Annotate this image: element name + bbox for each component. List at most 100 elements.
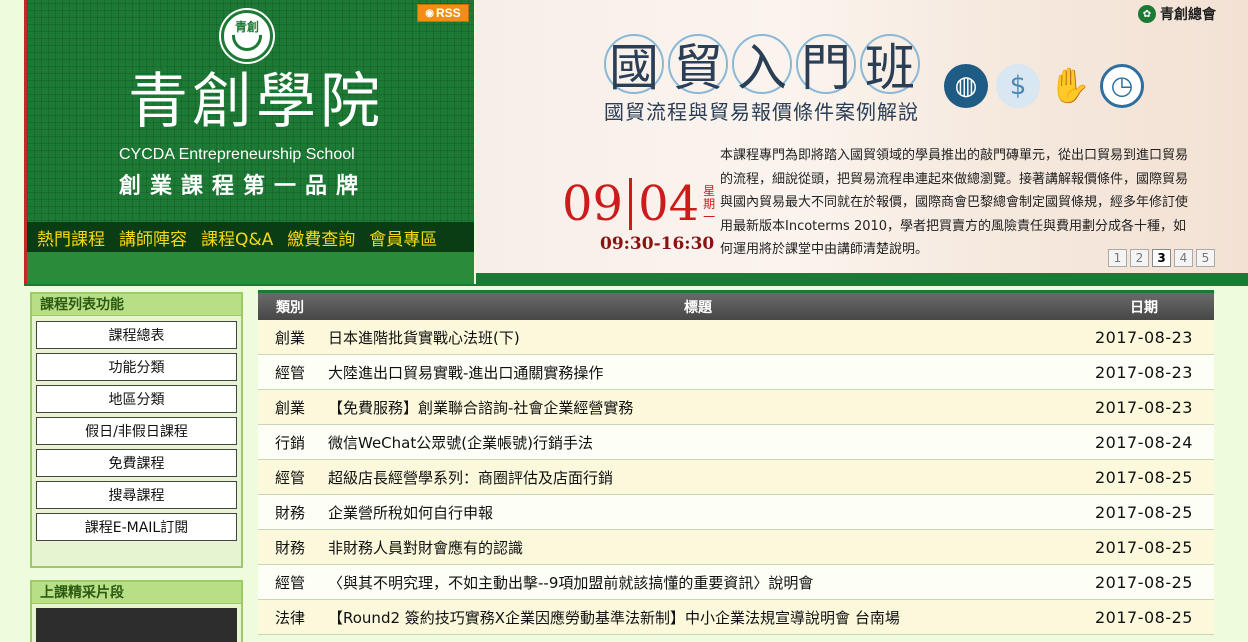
pager-page-3[interactable]: 3 <box>1152 249 1171 267</box>
cell-category: 法律 <box>274 608 305 627</box>
cell-date: 2017-08-23 <box>1095 397 1193 417</box>
cell-title[interactable]: 〈與其不明究理，不如主動出擊--9項加盟前就該搞懂的重要資訊〉說明會 <box>322 572 1074 593</box>
banner-title: 國 貿 入 門 班 <box>604 34 920 97</box>
header-category[interactable]: 類別 <box>258 297 322 317</box>
cell-date: 2017-08-25 <box>1095 537 1193 557</box>
date-weekday: 星期一 <box>703 183 716 224</box>
cell-category: 經管 <box>274 573 305 592</box>
clock-icon: ◷ <box>1100 64 1144 108</box>
header-bottom-line <box>24 284 1248 286</box>
cell-date: 2017-08-25 <box>1095 572 1193 592</box>
table-row[interactable]: 創業 日本進階批貨實戰心法班(下) 2017-08-23 <box>258 320 1214 355</box>
pager-page-1[interactable]: 1 <box>1108 249 1127 267</box>
cell-title[interactable]: 超級店長經營學系列：商圈評估及店面行銷 <box>322 467 1074 488</box>
site-english-name: CYCDA Entrepreneurship School <box>119 146 355 163</box>
table-row[interactable]: 經管 〈與其不明究理，不如主動出擊--9項加盟前就該搞懂的重要資訊〉說明會 2017… <box>258 565 1214 600</box>
course-function-box: 課程列表功能 課程總表 功能分類 地區分類 假日/非假日課程 免費課程 搜尋課程… <box>30 292 243 568</box>
handshake-icon: ✋ <box>1048 66 1092 106</box>
org-link[interactable]: ✿ 青創總會 <box>1138 4 1216 24</box>
cell-title[interactable]: 【Round2 簽約技巧實務X企業因應勞動基準法新制】中小企業法規宣導說明會 台… <box>322 607 1074 628</box>
brand-panel: 青創 青創學院 CYCDA Entrepreneurship School 創業… <box>24 0 474 284</box>
cell-date: 2017-08-25 <box>1095 607 1193 627</box>
sidebar-item-search[interactable]: 搜尋課程 <box>36 481 237 509</box>
cell-category: 行銷 <box>274 433 305 452</box>
date-day: 04 <box>638 176 700 232</box>
header-title[interactable]: 標題 <box>322 297 1074 317</box>
promo-banner[interactable]: ✿ 青創總會 國 貿 入 門 班 國貿流程與貿易報價條件案例解說 ◍ $ ✋ ◷… <box>476 0 1248 273</box>
cell-category: 創業 <box>274 398 305 417</box>
class-video-header: 上課精采片段 <box>32 582 241 604</box>
table-row[interactable]: 財務 非財務人員對財會應有的認識 2017-08-25 <box>258 530 1214 565</box>
cell-title[interactable]: 企業營所稅如何自行申報 <box>322 502 1074 523</box>
cell-title[interactable]: 微信WeChat公眾號(企業帳號)行銷手法 <box>322 432 1074 453</box>
site-slogan: 創業課程第一品牌 <box>119 173 368 199</box>
table-row[interactable]: 法律 【Round2 簽約技巧實務X企業因應勞動基準法新制】中小企業法規宣導說明會… <box>258 600 1214 635</box>
sidebar-item-all-courses[interactable]: 課程總表 <box>36 321 237 349</box>
leaf-icon <box>232 35 262 51</box>
globe-icon: ◍ <box>944 64 988 108</box>
banner-pager: 1 2 3 4 5 <box>1108 249 1215 267</box>
banner-title-char: 入 <box>732 34 792 97</box>
course-date: 09 04 星期一 <box>562 178 717 230</box>
table-header: 類別 標題 日期 <box>258 290 1214 320</box>
cell-title[interactable]: 【免費服務】創業聯合諮詢-社會企業經營實務 <box>322 397 1074 418</box>
cell-category: 財務 <box>274 538 305 557</box>
main-nav: 熱門課程 講師陣容 課程Q&A 繳費查詢 會員專區 <box>27 222 474 252</box>
cell-category: 財務 <box>274 503 305 522</box>
money-icon: $ <box>996 64 1040 108</box>
pager-page-5[interactable]: 5 <box>1196 249 1215 267</box>
banner-title-char: 門 <box>796 34 856 97</box>
cell-title[interactable]: 大陸進出口貿易實戰-進出口通關實務操作 <box>322 362 1074 383</box>
sidebar-item-by-region[interactable]: 地區分類 <box>36 385 237 413</box>
banner-description: 本課程專門為即將踏入國貿領域的學員推出的敲門磚單元，從出口貿易到進口貿易的流程，… <box>720 148 1189 257</box>
video-thumbnail[interactable] <box>36 608 237 642</box>
banner-title-char: 貿 <box>668 34 728 97</box>
class-video-box: 上課精采片段 <box>30 580 243 642</box>
course-function-header: 課程列表功能 <box>32 294 241 316</box>
cell-date: 2017-08-23 <box>1095 327 1193 347</box>
table-row[interactable]: 經管 大陸進出口貿易實戰-進出口通關實務操作 2017-08-23 <box>258 355 1214 390</box>
date-month: 09 <box>562 176 624 232</box>
nav-payment-query[interactable]: 繳費查詢 <box>287 225 355 250</box>
table-row[interactable]: 創業 【免費服務】創業聯合諮詢-社會企業經營實務 2017-08-23 <box>258 390 1214 425</box>
cell-title[interactable]: 日本進階批貨實戰心法班(下) <box>322 327 1074 348</box>
pager-page-4[interactable]: 4 <box>1174 249 1193 267</box>
banner-title-char: 班 <box>860 34 920 97</box>
header-date[interactable]: 日期 <box>1074 297 1214 317</box>
banner-title-char: 國 <box>604 34 664 97</box>
sidebar-item-email-subscribe[interactable]: 課程E-MAIL訂閱 <box>36 513 237 541</box>
sidebar-item-holiday[interactable]: 假日/非假日課程 <box>36 417 237 445</box>
cell-category: 經管 <box>274 468 305 487</box>
cell-category: 創業 <box>274 328 305 347</box>
org-name: 青創總會 <box>1160 7 1216 23</box>
logo-mark: 青創 <box>234 20 259 34</box>
banner-subtitle: 國貿流程與貿易報價條件案例解說 <box>604 100 919 124</box>
cell-date: 2017-08-24 <box>1095 432 1193 452</box>
date-divider <box>629 178 633 230</box>
sidebar-item-free-courses[interactable]: 免費課程 <box>36 449 237 477</box>
site-title: 青創學院 <box>128 67 384 137</box>
table-row[interactable]: 行銷 微信WeChat公眾號(企業帳號)行銷手法 2017-08-24 <box>258 425 1214 460</box>
table-row[interactable]: 經管 超級店長經營學系列：商圈評估及店面行銷 2017-08-25 <box>258 460 1214 495</box>
rss-icon: ◉ <box>425 7 435 19</box>
nav-course-qa[interactable]: 課程Q&A <box>201 225 273 250</box>
nav-hot-courses[interactable]: 熱門課程 <box>37 225 105 250</box>
nav-instructors[interactable]: 講師陣容 <box>119 225 187 250</box>
cell-date: 2017-08-23 <box>1095 362 1193 382</box>
cell-title[interactable]: 非財務人員對財會應有的認識 <box>322 537 1074 558</box>
course-table: 類別 標題 日期 創業 日本進階批貨實戰心法班(下) 2017-08-23 經管 大陸進… <box>258 290 1214 635</box>
org-logo-icon: ✿ <box>1138 5 1156 23</box>
cycda-logo[interactable]: 青創 <box>221 10 273 62</box>
rss-button[interactable]: ◉ RSS <box>417 4 469 22</box>
brand-bottom-strip <box>27 252 474 284</box>
cell-date: 2017-08-25 <box>1095 502 1193 522</box>
course-time: 09:30-16:30 <box>600 234 715 254</box>
sidebar-item-by-function[interactable]: 功能分類 <box>36 353 237 381</box>
banner-icons: ◍ $ ✋ ◷ <box>944 64 1144 108</box>
cell-date: 2017-08-25 <box>1095 467 1193 487</box>
rss-label: RSS <box>436 6 461 20</box>
cell-category: 經管 <box>274 363 305 382</box>
table-row[interactable]: 財務 企業營所稅如何自行申報 2017-08-25 <box>258 495 1214 530</box>
nav-member-area[interactable]: 會員專區 <box>369 225 437 250</box>
pager-page-2[interactable]: 2 <box>1130 249 1149 267</box>
